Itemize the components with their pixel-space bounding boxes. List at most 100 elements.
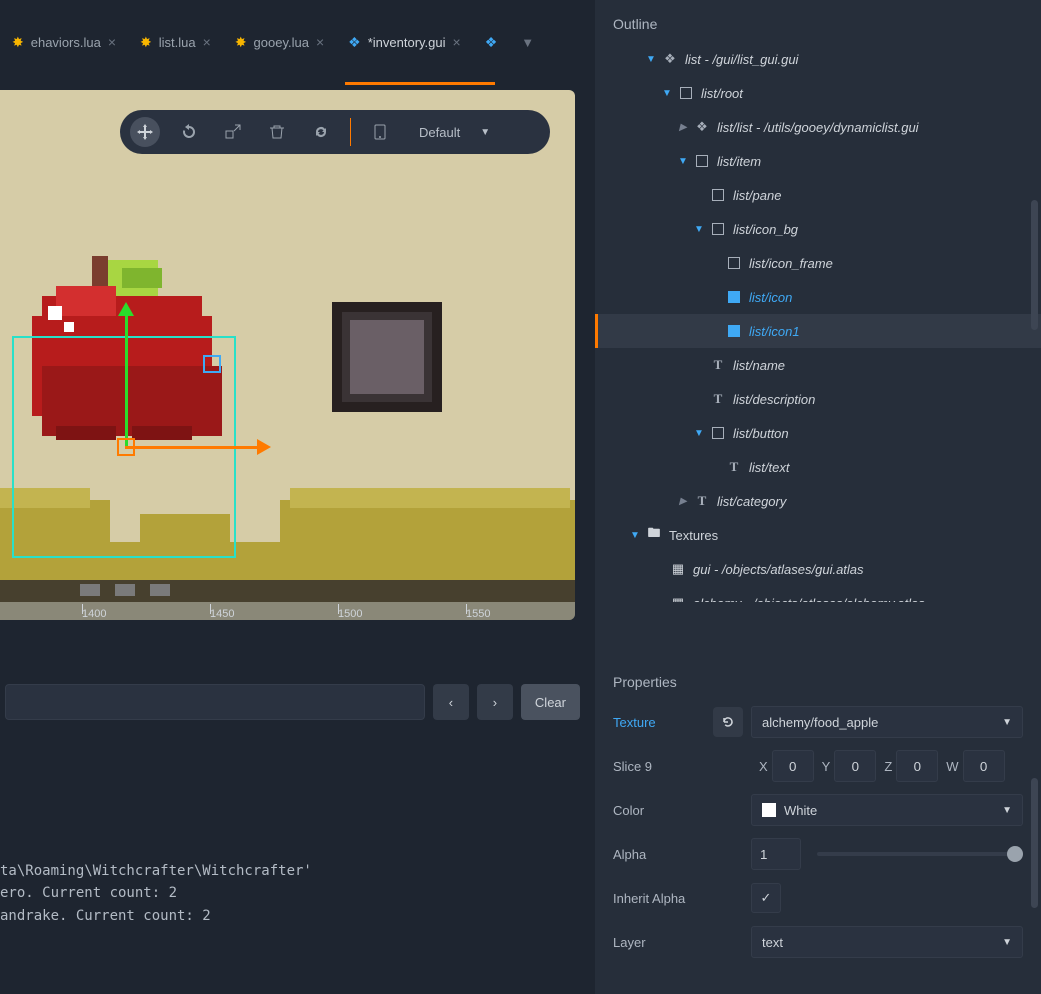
- gizmo-x-axis[interactable]: [125, 446, 257, 449]
- chevron-down-icon: ▼: [480, 127, 490, 138]
- device-icon: [372, 124, 388, 140]
- node-label: list/icon_frame: [749, 256, 833, 271]
- outline-node[interactable]: ▼list/button: [595, 416, 1041, 450]
- node-label: gui - /objects/atlases/gui.atlas: [693, 562, 864, 577]
- move-icon: [137, 124, 153, 140]
- console-prev-button[interactable]: ‹: [433, 684, 469, 720]
- x-label: X: [759, 759, 768, 774]
- outline-node[interactable]: ▼list/icon_bg: [595, 212, 1041, 246]
- outline-node[interactable]: ▼ list/item: [595, 144, 1041, 178]
- ruler-tick: 1450: [210, 608, 234, 620]
- console-input[interactable]: [5, 684, 425, 720]
- outline-node[interactable]: list/icon1: [595, 314, 1041, 348]
- outline-node[interactable]: Tlist/description: [595, 382, 1041, 416]
- button-label: Clear: [535, 695, 566, 710]
- outline-texture-item[interactable]: ▦ gui - /objects/atlases/gui.atlas: [595, 552, 1041, 586]
- property-slice9: Slice 9 X Y Z W: [595, 744, 1041, 788]
- outline-node[interactable]: Tlist/name: [595, 348, 1041, 382]
- reset-texture-button[interactable]: [713, 707, 743, 737]
- trash-button[interactable]: [262, 117, 292, 147]
- box-icon: [679, 86, 693, 100]
- node-label: list/root: [701, 86, 743, 101]
- view-mode-dropdown[interactable]: Default ▼: [409, 125, 500, 140]
- texture-dropdown[interactable]: alchemy/food_apple ▼: [751, 706, 1023, 738]
- device-button[interactable]: [365, 117, 395, 147]
- properties-scrollbar[interactable]: [1031, 778, 1038, 908]
- folder-icon: 🖿: [647, 528, 661, 542]
- node-label: list/item: [717, 154, 761, 169]
- y-label: Y: [822, 759, 831, 774]
- outline-node[interactable]: ▼❖list - /gui/list_gui.gui: [595, 42, 1041, 76]
- properties-panel-title: Properties: [595, 660, 1041, 700]
- chevron-down-icon[interactable]: ▼: [693, 224, 705, 235]
- text-icon: T: [727, 460, 741, 474]
- chevron-down-icon[interactable]: ▼: [629, 530, 641, 541]
- slice9-x-input[interactable]: [772, 750, 814, 782]
- outline-node[interactable]: ▶Tlist/category: [595, 484, 1041, 518]
- slider-thumb[interactable]: [1007, 846, 1023, 862]
- chevron-down-icon[interactable]: ▼: [677, 156, 689, 167]
- close-icon[interactable]: ×: [316, 35, 324, 49]
- tab-behaviors[interactable]: ✸ ehaviors.lua ×: [0, 26, 128, 59]
- property-label: Layer: [613, 935, 713, 950]
- close-icon[interactable]: ×: [203, 35, 211, 49]
- gizmo-y-axis[interactable]: [125, 314, 128, 448]
- rotate-tool-button[interactable]: [174, 117, 204, 147]
- inherit-alpha-checkbox[interactable]: ✓: [751, 883, 781, 913]
- atlas-icon: ▦: [671, 562, 685, 576]
- gear-icon: ✸: [140, 34, 152, 51]
- viewport-toolbar: Default ▼: [120, 110, 550, 154]
- refresh-button[interactable]: [306, 117, 336, 147]
- close-icon[interactable]: ×: [453, 35, 461, 49]
- layer-dropdown[interactable]: text ▼: [751, 926, 1023, 958]
- close-icon[interactable]: ×: [108, 35, 116, 49]
- chevron-down-icon[interactable]: ▼: [661, 88, 673, 99]
- slice9-w-input[interactable]: [963, 750, 1005, 782]
- chevron-right-icon[interactable]: ▶: [677, 496, 689, 507]
- tab-list[interactable]: ✸ list.lua ×: [128, 26, 223, 59]
- box-icon: [727, 256, 741, 270]
- check-icon: ✓: [761, 890, 772, 906]
- chevron-down-icon: ▼: [521, 35, 534, 50]
- atlas-icon: ▦: [671, 596, 685, 602]
- outline-textures-folder[interactable]: ▼🖿Textures: [595, 518, 1041, 552]
- slice9-z-input[interactable]: [896, 750, 938, 782]
- chevron-down-icon[interactable]: ▼: [645, 54, 657, 65]
- color-swatch: [762, 803, 776, 817]
- color-dropdown[interactable]: White ▼: [751, 794, 1023, 826]
- ruler-tick: 1400: [82, 608, 106, 620]
- chevron-down-icon[interactable]: ▼: [693, 428, 705, 439]
- tab-extra[interactable]: ❖: [473, 26, 510, 59]
- outline-node[interactable]: Tlist/text: [595, 450, 1041, 484]
- rotate-icon: [181, 124, 197, 140]
- chevron-right-icon[interactable]: ▶: [677, 122, 689, 133]
- console-clear-button[interactable]: Clear: [521, 684, 580, 720]
- scale-icon: [225, 124, 241, 140]
- property-inherit-alpha: Inherit Alpha ✓: [595, 876, 1041, 920]
- move-tool-button[interactable]: [130, 117, 160, 147]
- gizmo-origin[interactable]: [117, 438, 135, 456]
- outline-node[interactable]: list/pane: [595, 178, 1041, 212]
- tab-gooey[interactable]: ✸ gooey.lua ×: [223, 26, 336, 59]
- alpha-input[interactable]: [751, 838, 801, 870]
- slice9-y-input[interactable]: [834, 750, 876, 782]
- outline-node[interactable]: ▶❖list/list - /utils/gooey/dynamiclist.g…: [595, 110, 1041, 144]
- outline-texture-item[interactable]: ▦alchemy - /objects/atlases/alchemy.atla…: [595, 586, 1041, 602]
- editor-right-panel: Outline ▼❖list - /gui/list_gui.gui▼list/…: [595, 0, 1041, 994]
- scene-viewport[interactable]: Default ▼ 1400 1450 1500 1550: [0, 90, 575, 620]
- stack-icon: ❖: [485, 34, 498, 51]
- tab-overflow[interactable]: ▼: [509, 27, 546, 58]
- console-next-button[interactable]: ›: [477, 684, 513, 720]
- outline-scrollbar[interactable]: [1031, 200, 1038, 330]
- alpha-slider[interactable]: [817, 852, 1023, 856]
- gizmo-xy-plane[interactable]: [203, 355, 221, 373]
- outline-node[interactable]: list/icon: [595, 280, 1041, 314]
- node-label: list/pane: [733, 188, 781, 203]
- selection-marker: [595, 314, 598, 348]
- outline-node[interactable]: list/icon_frame: [595, 246, 1041, 280]
- tab-inventory[interactable]: ❖ *inventory.gui ×: [336, 26, 473, 59]
- outline-node[interactable]: ▼ list/root: [595, 76, 1041, 110]
- scale-tool-button[interactable]: [218, 117, 248, 147]
- console-controls: ‹ › Clear: [0, 684, 580, 720]
- node-label: list/category: [717, 494, 786, 509]
